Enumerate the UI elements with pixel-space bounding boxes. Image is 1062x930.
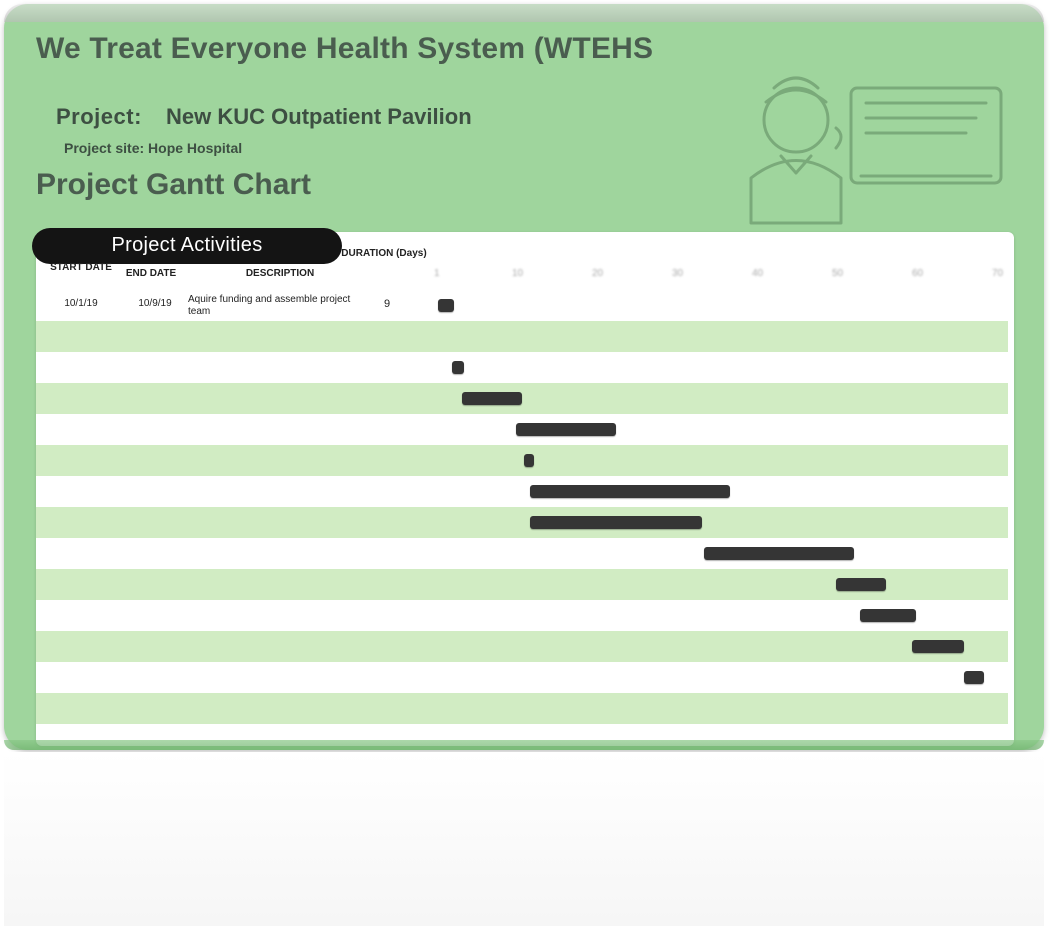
table-row	[36, 321, 1008, 352]
table-row	[36, 569, 1008, 600]
table-row	[36, 538, 1008, 569]
tick: 60	[912, 268, 923, 279]
table-row	[36, 662, 1008, 693]
table-row	[36, 600, 1008, 631]
gantt-bar	[912, 640, 964, 653]
table-row	[36, 476, 1008, 507]
gantt-bar	[860, 609, 916, 622]
org-title: We Treat Everyone Health System (WTEHS	[36, 32, 653, 66]
table-row	[36, 352, 1008, 383]
gantt-panel: Project Activities START DATE END DATE D…	[36, 232, 1014, 746]
tick: 50	[832, 268, 843, 279]
gantt-bar	[452, 361, 464, 374]
chart-title: Project Gantt Chart	[36, 168, 311, 202]
gantt-bar	[836, 578, 886, 591]
cell-duration: 9	[366, 298, 408, 310]
project-name: New KUC Outpatient Pavilion	[166, 104, 472, 129]
table-row	[36, 724, 1008, 742]
table-row	[36, 693, 1008, 724]
project-label: Project:	[56, 104, 142, 129]
page-continuation-ghost	[4, 752, 1044, 926]
table-row: 10/1/19 10/9/19Aquire funding and assembl…	[36, 290, 1008, 321]
tick: 30	[672, 268, 683, 279]
table-row	[36, 507, 1008, 538]
gantt-bar	[516, 423, 616, 436]
tick: 1	[434, 268, 440, 279]
project-line: Project: New KUC Outpatient Pavilion	[56, 104, 472, 130]
gantt-bar	[964, 671, 984, 684]
gantt-bar	[530, 485, 730, 498]
table-row	[36, 631, 1008, 662]
timeline-ticks: 1 10 20 30 40 50 60 70	[434, 268, 1008, 282]
gantt-bar	[438, 299, 454, 312]
gantt-bar	[524, 454, 534, 467]
cell-start: 10/1/19	[50, 298, 112, 309]
gantt-bar	[704, 547, 854, 560]
col-start: START DATE	[48, 262, 114, 273]
col-desc: DESCRIPTION	[190, 268, 370, 279]
document-page: We Treat Everyone Health System (WTEHS P…	[4, 4, 1044, 750]
gantt-bar	[462, 392, 522, 405]
gantt-rows: 10/1/19 10/9/19Aquire funding and assembl…	[36, 290, 1008, 742]
cell-end: 10/9/19	[124, 298, 186, 309]
table-row	[36, 414, 1008, 445]
activities-title-pill: Project Activities	[32, 228, 342, 264]
tick: 40	[752, 268, 763, 279]
site-label: Project site:	[64, 140, 144, 156]
col-duration: DURATION (Days)	[340, 248, 428, 259]
table-row	[36, 445, 1008, 476]
project-site: Project site: Hope Hospital	[64, 140, 242, 156]
col-end: END DATE	[118, 268, 184, 279]
tick: 20	[592, 268, 603, 279]
cell-desc: Aquire funding and assemble project team	[188, 294, 370, 318]
tick: 70	[992, 268, 1003, 279]
site-name: Hope Hospital	[148, 140, 242, 156]
tick: 10	[512, 268, 523, 279]
gantt-bar	[530, 516, 702, 529]
header-illustration	[686, 28, 1016, 228]
table-row	[36, 383, 1008, 414]
